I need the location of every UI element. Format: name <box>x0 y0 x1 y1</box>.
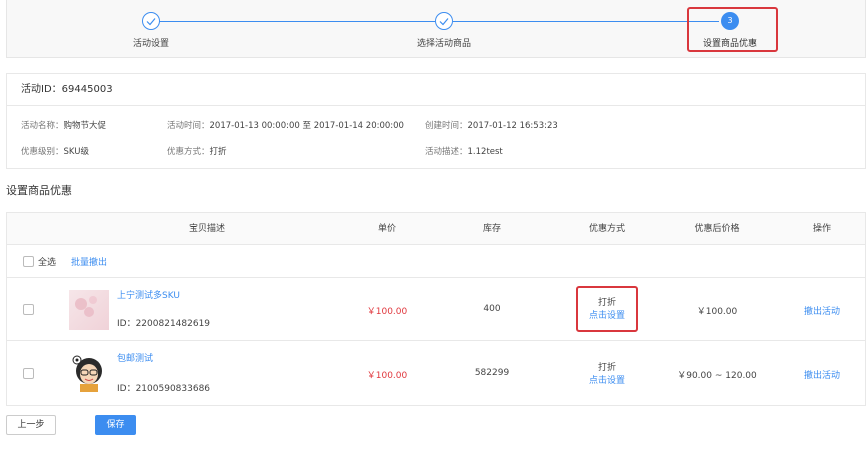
activity-id-label: 活动ID： <box>21 84 62 95</box>
unit-price: ￥100.00 <box>366 307 408 317</box>
save-button[interactable]: 保存 <box>95 415 136 435</box>
remove-from-activity-link[interactable]: 撤出活动 <box>792 368 852 381</box>
activity-time: 活动时间：2017-01-13 00:00:00 至 2017-01-14 20… <box>167 121 404 131</box>
product-thumbnail[interactable] <box>69 353 109 393</box>
col-header-operation: 操作 <box>812 224 831 234</box>
activity-created: 创建时间：2017-01-12 16:53:23 <box>425 121 558 131</box>
col-header-final-price: 优惠后价格 <box>694 224 740 234</box>
prev-step-button[interactable]: 上一步 <box>6 415 56 435</box>
step-connector <box>453 21 719 22</box>
col-header-stock: 库存 <box>482 224 501 234</box>
table-row: 包邮测试 ID：2100590833686 ￥100.00 582299 打折 … <box>7 341 865 406</box>
remove-from-activity-link[interactable]: 撤出活动 <box>792 304 852 317</box>
select-all-label[interactable]: 全选 <box>38 255 56 268</box>
col-header-description: 宝贝描述 <box>188 224 225 234</box>
activity-description: 活动描述：1.12test <box>425 147 503 157</box>
discount-type: 打折 <box>597 363 616 373</box>
final-price: ￥90.00 ~ 120.00 <box>677 371 757 381</box>
product-title-link[interactable]: 上宁测试多SKU <box>117 288 180 301</box>
row-checkbox[interactable] <box>23 368 34 379</box>
activity-id-header: 活动ID：69445003 <box>7 74 865 106</box>
activity-name: 活动名称：购物节大促 <box>21 121 107 131</box>
stock-count: 400 <box>483 304 501 314</box>
current-step-highlight <box>687 7 778 52</box>
section-title: 设置商品优惠 <box>6 184 72 197</box>
discount-method: 优惠方式：打折 <box>167 147 227 157</box>
step-1-label: 活动设置 <box>133 39 170 49</box>
table-header: 宝贝描述 单价 库存 优惠方式 优惠后价格 操作 <box>7 213 865 245</box>
select-all-checkbox[interactable] <box>23 256 34 267</box>
discount-settings-link[interactable]: 点击设置 <box>577 373 637 386</box>
stock-count: 582299 <box>474 368 510 378</box>
activity-id-value: 69445003 <box>61 84 113 95</box>
step-1-check-icon <box>142 12 160 30</box>
product-table: 宝贝描述 单价 库存 优惠方式 优惠后价格 操作 全选 批量撤出 上宁测试多SK… <box>6 212 866 406</box>
final-price: ￥100.00 <box>696 307 738 317</box>
step-connector <box>159 21 435 22</box>
table-row: 上宁测试多SKU ID：2200821482619 ￥100.00 400 打折… <box>7 278 865 341</box>
discount-level: 优惠级别：SKU级 <box>21 147 89 157</box>
col-header-price: 单价 <box>377 224 396 234</box>
batch-remove-link[interactable]: 批量撤出 <box>71 255 107 268</box>
step-2-label: 选择活动商品 <box>417 39 472 49</box>
product-id: ID：2200821482619 <box>117 319 211 329</box>
col-header-discount-type: 优惠方式 <box>588 224 625 234</box>
step-2-check-icon <box>435 12 453 30</box>
product-thumbnail[interactable] <box>69 290 109 330</box>
product-title-link[interactable]: 包邮测试 <box>117 351 153 364</box>
table-toolbar: 全选 批量撤出 <box>7 245 865 278</box>
product-id: ID：2100590833686 <box>117 384 211 394</box>
row-checkbox[interactable] <box>23 304 34 315</box>
discount-settings-highlight <box>576 286 638 332</box>
activity-info-card: 活动ID：69445003 活动名称：购物节大促 活动时间：2017-01-13… <box>6 73 866 169</box>
unit-price: ￥100.00 <box>366 371 408 381</box>
